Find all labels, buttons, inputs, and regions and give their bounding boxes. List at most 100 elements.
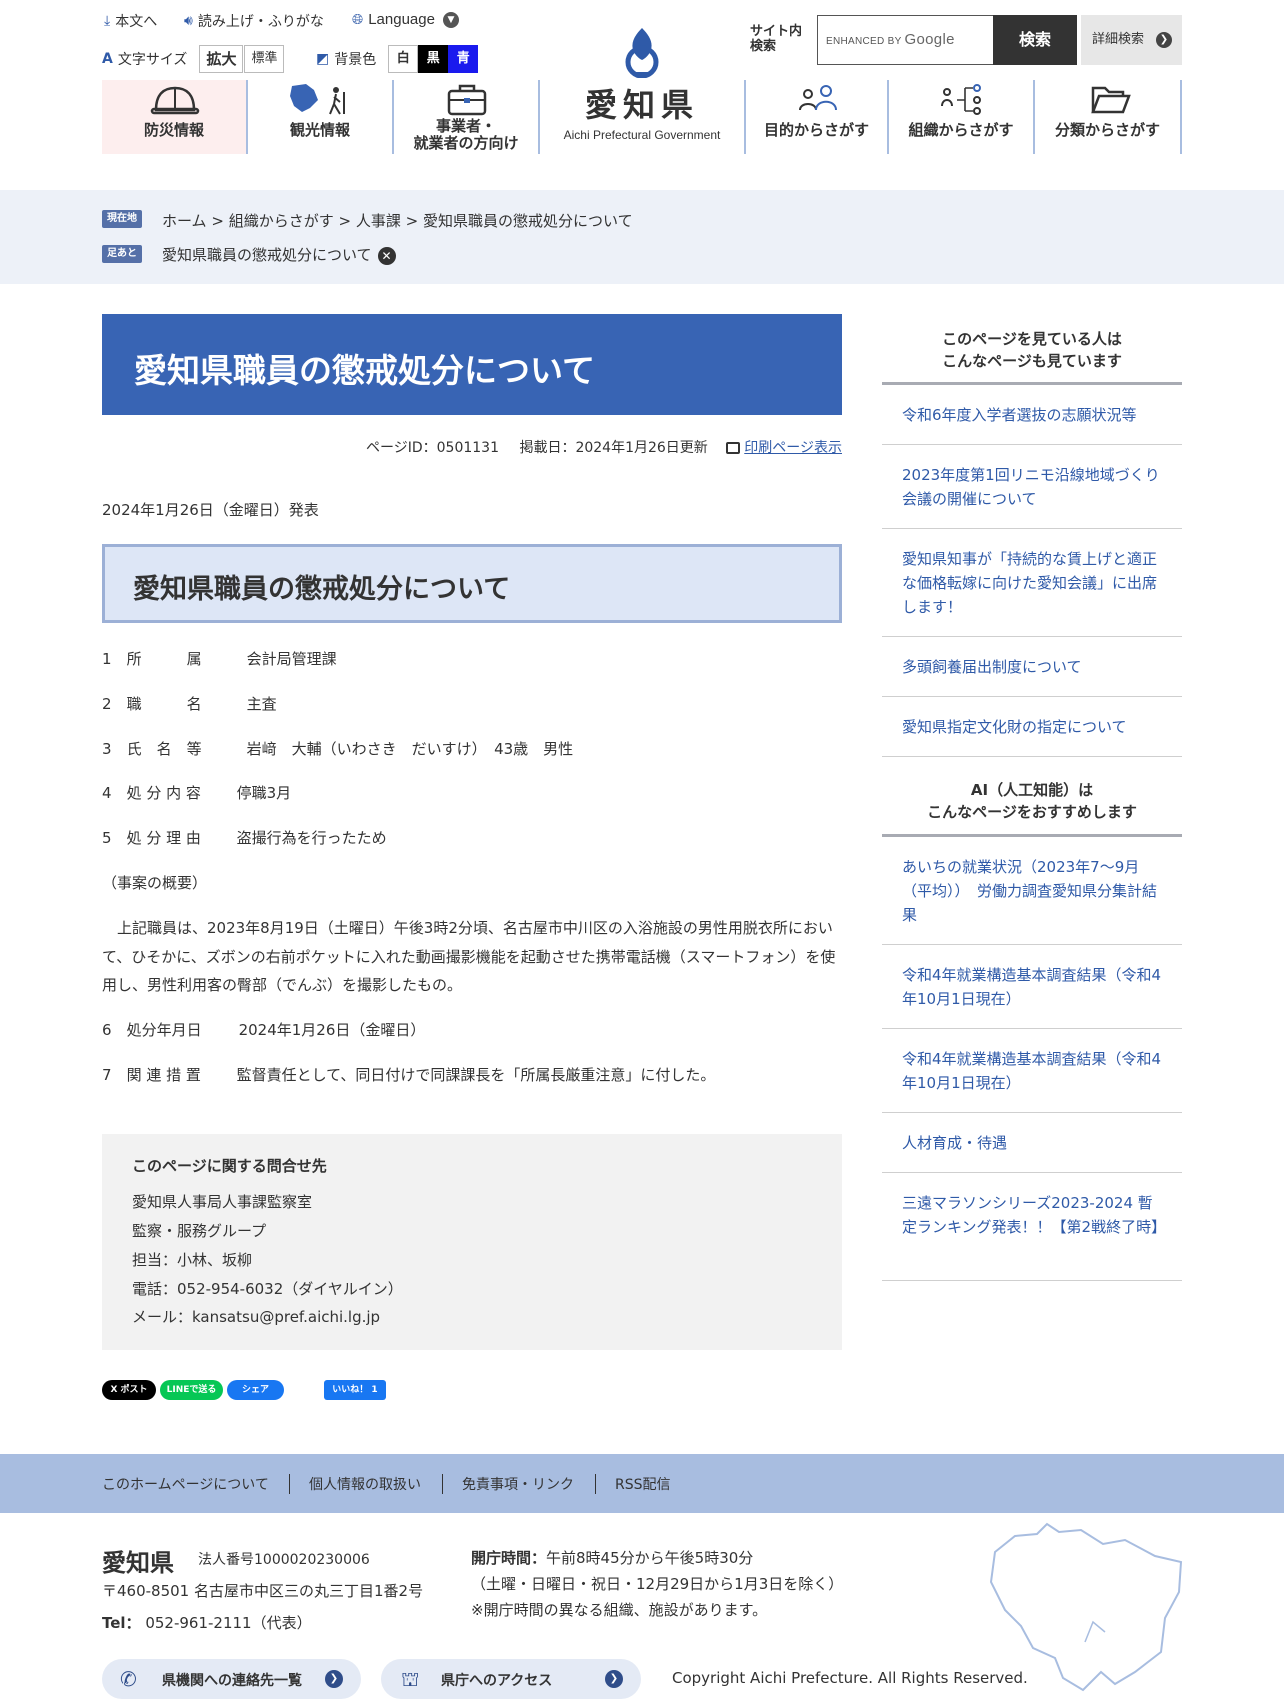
sidebar-item: 三遠マラソンシリーズ2023-2024 暫定ランキング発表！！【第2戦終了時】 bbox=[882, 1173, 1182, 1281]
aichi-map-traveler-icon bbox=[290, 84, 345, 115]
site-logo[interactable]: 愛知県 Aichi Prefectural Government bbox=[548, 80, 736, 142]
breadcrumb: ホーム > 組織からさがす > 人事課 > 愛知県職員の懲戒処分について bbox=[162, 212, 633, 230]
chevron-right-icon: ❯ bbox=[325, 1670, 343, 1688]
sidebar-link[interactable]: 人材育成・待遇 bbox=[902, 1131, 1162, 1155]
footer-address: 〒460-8501 名古屋市中区三の丸三丁目1番2号 bbox=[102, 1582, 424, 1600]
people-icon bbox=[799, 85, 837, 111]
search-button[interactable]: 検索 bbox=[993, 15, 1077, 65]
site-search-label: サイト内 検索 bbox=[750, 24, 803, 54]
chevron-right-icon: ❯ bbox=[1156, 32, 1172, 48]
sidebar-heading-ai: AI（人工知能）は こんなページをおすすめします bbox=[882, 779, 1182, 837]
sidebar-item: 2023年度第1回リニモ沿線地域づくり会議の開催について bbox=[882, 445, 1182, 529]
bg-color-icon: ◩ bbox=[316, 51, 330, 67]
page-title-box: 愛知県職員の懲戒処分について bbox=[102, 314, 842, 415]
facebook-like-button[interactable]: いいね！ 1 bbox=[324, 1380, 386, 1400]
sidebar-item: 令和4年就業構造基本調査結果（令和4年10月1日現在） bbox=[882, 1029, 1182, 1113]
read-aloud-link[interactable]: 🔊︎ 読み上げ・ふりがな bbox=[184, 11, 324, 31]
footer-link-disclaimer[interactable]: 免責事項・リンク bbox=[462, 1474, 574, 1494]
x-share-button[interactable]: X ポスト bbox=[102, 1380, 156, 1400]
font-size-control: A 文字サイズ 拡大 標準 bbox=[102, 45, 285, 73]
contact-line: 電話：052-954-6032（ダイヤルイン） bbox=[132, 1280, 403, 1298]
footer-hours-note: ※開庁時間の異なる組織、施設があります。 bbox=[471, 1601, 768, 1619]
sidebar-link[interactable]: 愛知県指定文化財の指定について bbox=[902, 715, 1162, 739]
breadcrumb-home[interactable]: ホーム bbox=[162, 212, 207, 230]
skip-to-content-link[interactable]: ⤓ 本文へ bbox=[104, 11, 157, 31]
footer-tel: Tel： 052-961-2111（代表） bbox=[102, 1614, 312, 1632]
access-button[interactable]: ⛫ 県庁へのアクセス ❯ bbox=[381, 1659, 641, 1699]
sidebar-link[interactable]: 令和4年就業構造基本調査結果（令和4年10月1日現在） bbox=[902, 963, 1162, 1011]
detail-item: 6 処分年月日 2024年1月26日（金曜日） bbox=[102, 1021, 426, 1039]
nav-bosai[interactable]: 防災情報 bbox=[102, 80, 248, 154]
font-standard-button[interactable]: 標準 bbox=[244, 45, 285, 73]
facebook-share-button[interactable]: シェア bbox=[227, 1380, 284, 1400]
page-id: ページID：0501131 bbox=[366, 440, 499, 456]
sidebar-link[interactable]: 多頭飼養届出制度について bbox=[902, 655, 1162, 679]
history-item[interactable]: 愛知県職員の懲戒処分について ✕ bbox=[162, 244, 396, 265]
search-input[interactable]: ENHANCED BY Google bbox=[817, 15, 993, 65]
bg-white-button[interactable]: 白 bbox=[388, 45, 419, 73]
footer-link-privacy[interactable]: 個人情報の取扱い bbox=[309, 1474, 421, 1494]
footer-link-rss[interactable]: RSS配信 bbox=[615, 1474, 671, 1494]
sidebar-item: 愛知県知事が「持続的な賃上げと適正な価格転嫁に向けた愛知会議」に出席します！ bbox=[882, 529, 1182, 637]
language-select[interactable]: 🌐︎ Language ▼ bbox=[352, 11, 459, 28]
breadcrumb-dept[interactable]: 人事課 bbox=[356, 212, 401, 230]
footer-link-separator bbox=[595, 1474, 596, 1494]
sidebar-link[interactable]: あいちの就業状況（2023年7～9月（平均）） 労働力調査愛知県分集計結果 bbox=[902, 855, 1162, 927]
footer-links-bar: このホームページについて 個人情報の取扱い 免責事項・リンク RSS配信 bbox=[0, 1454, 1284, 1513]
aichi-emblem-icon bbox=[625, 28, 659, 78]
sidebar-link[interactable]: 令和6年度入学者選抜の志願状況等 bbox=[902, 403, 1162, 427]
page-meta: ページID：0501131 掲載日：2024年1月26日更新 印刷ページ表示 bbox=[366, 437, 842, 457]
sidebar-item: 多頭飼養届出制度について bbox=[882, 637, 1182, 697]
nav-mokuteki[interactable]: 目的からさがす bbox=[746, 80, 889, 154]
sidebar-link[interactable]: 愛知県知事が「持続的な賃上げと適正な価格転嫁に向けた愛知会議」に出席します！ bbox=[902, 547, 1162, 619]
org-chart-icon bbox=[941, 84, 981, 115]
sidebar-link[interactable]: 三遠マラソンシリーズ2023-2024 暫定ランキング発表！！【第2戦終了時】 bbox=[902, 1191, 1166, 1239]
bg-black-button[interactable]: 黒 bbox=[418, 45, 449, 73]
contact-email: メール：kansatsu@pref.aichi.lg.jp bbox=[132, 1308, 381, 1326]
phone-icon: ✆ bbox=[120, 1667, 137, 1691]
sidebar-heading-viewed: このページを見ている人は こんなページも見ています bbox=[882, 328, 1182, 385]
breadcrumb-bar bbox=[0, 190, 1284, 284]
section-heading: 愛知県職員の懲戒処分について bbox=[133, 574, 511, 605]
footer-link-about[interactable]: このホームページについて bbox=[102, 1474, 269, 1494]
sidebar-link[interactable]: 令和4年就業構造基本調査結果（令和4年10月1日現在） bbox=[902, 1047, 1162, 1095]
bg-color-control: ◩ 背景色 白 黒 青 bbox=[316, 45, 479, 73]
nav-kanko[interactable]: 観光情報 bbox=[248, 80, 394, 154]
detail-item: 4 処 分 内 容停職3月 bbox=[102, 784, 292, 802]
chevron-down-icon: ▼ bbox=[442, 11, 459, 28]
page-title: 愛知県職員の懲戒処分について bbox=[134, 351, 596, 390]
sidebar-link[interactable]: 2023年度第1回リニモ沿線地域づくり会議の開催について bbox=[902, 463, 1162, 511]
close-icon[interactable]: ✕ bbox=[377, 246, 396, 265]
printer-icon bbox=[726, 442, 741, 454]
nav-bunrui[interactable]: 分類からさがす bbox=[1035, 80, 1182, 154]
bg-blue-button[interactable]: 青 bbox=[448, 45, 479, 73]
contact-list-button[interactable]: ✆ 県機関への連絡先一覧 ❯ bbox=[102, 1659, 361, 1699]
search-placeholder: ENHANCED BY Google bbox=[826, 31, 955, 48]
nav-soshiki[interactable]: 組織からさがす bbox=[889, 80, 1035, 154]
print-page-link[interactable]: 印刷ページ表示 bbox=[744, 440, 842, 456]
globe-icon: 🌐︎ bbox=[352, 11, 364, 28]
copyright: Copyright Aichi Prefecture. All Rights R… bbox=[672, 1669, 1028, 1687]
sidebar-item: 人材育成・待遇 bbox=[882, 1113, 1182, 1173]
sidebar-item: あいちの就業状況（2023年7～9月（平均）） 労働力調査愛知県分集計結果 bbox=[882, 837, 1182, 945]
sidebar-item: 令和6年度入学者選抜の志願状況等 bbox=[882, 385, 1182, 445]
footer-hours: 開庁時間：午前8時45分から午後5時30分 bbox=[471, 1549, 754, 1567]
font-large-button[interactable]: 拡大 bbox=[199, 45, 244, 73]
advanced-search-button[interactable]: 詳細検索 ❯ bbox=[1081, 15, 1182, 65]
breadcrumb-org[interactable]: 組織からさがす bbox=[229, 212, 334, 230]
nav-divider bbox=[538, 80, 540, 154]
contact-line: 愛知県人事局人事課監察室 bbox=[132, 1193, 313, 1211]
breadcrumb-current: 愛知県職員の懲戒処分について bbox=[423, 212, 633, 230]
posted-date: 掲載日：2024年1月26日更新 bbox=[519, 440, 708, 456]
footer-link-separator bbox=[442, 1474, 443, 1494]
footer-hours-note: （土曜・日曜日・祝日・12月29日から1月3日を除く） bbox=[471, 1575, 844, 1593]
nav-jigyosha[interactable]: 事業者・ 就業者の方向け bbox=[394, 80, 540, 154]
line-share-button[interactable]: LINEで送る bbox=[160, 1380, 223, 1400]
chevron-right-icon: ❯ bbox=[605, 1670, 623, 1688]
footer-name: 愛知県 bbox=[102, 1549, 174, 1577]
detail-item: 2 職 名主査 bbox=[102, 695, 277, 713]
download-arrow-icon: ⤓ bbox=[104, 13, 111, 29]
summary-text: 上記職員は、2023年8月19日（土曜日）午後3時2分頃、名古屋市中川区の入浴施… bbox=[102, 919, 836, 994]
logo-jp: 愛知県 bbox=[584, 86, 699, 124]
detail-item: 7 関 連 措 置監督責任として、同日付けで同課課長を「所属長厳重注意」に付した… bbox=[102, 1066, 716, 1084]
